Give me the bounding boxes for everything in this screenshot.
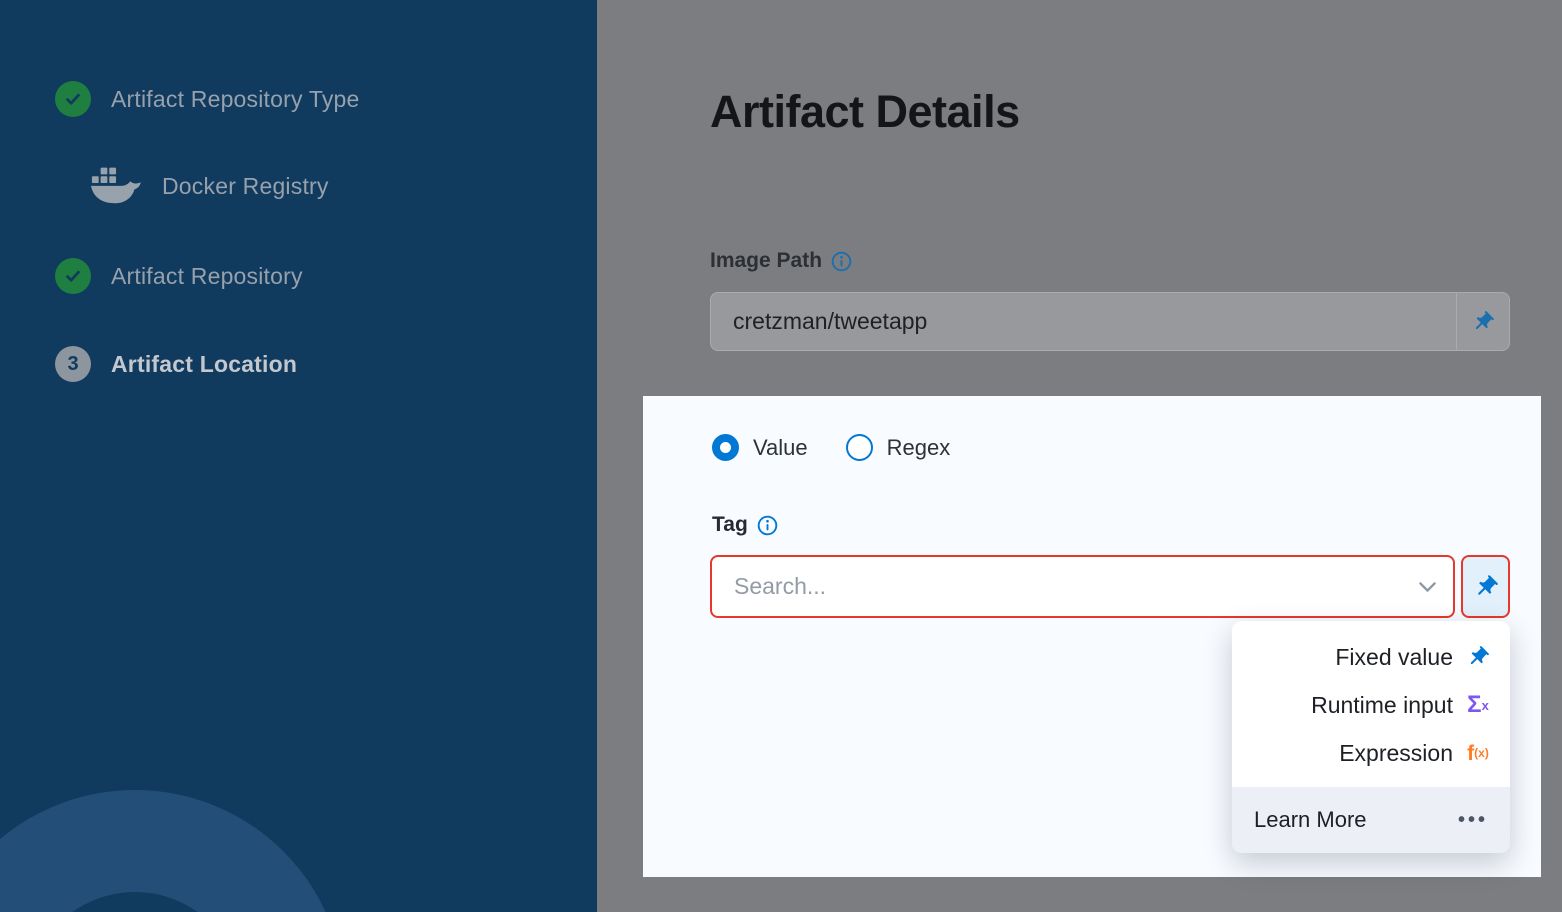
radio-regex-label: Regex bbox=[887, 435, 951, 461]
sidebar-substep-docker-registry[interactable]: Docker Registry bbox=[90, 163, 329, 210]
substep-label: Docker Registry bbox=[162, 173, 329, 200]
tag-type-radio-group: Value Regex bbox=[712, 434, 950, 461]
check-circle-icon bbox=[55, 258, 91, 294]
sidebar-step-artifact-location[interactable]: 3 Artifact Location bbox=[55, 346, 297, 382]
pin-icon bbox=[1464, 645, 1492, 669]
radio-regex[interactable] bbox=[846, 434, 873, 461]
radio-value-label: Value bbox=[753, 435, 808, 461]
decorative-swirl bbox=[0, 790, 345, 912]
radio-value[interactable] bbox=[712, 434, 739, 461]
check-circle-icon bbox=[55, 81, 91, 117]
image-path-field bbox=[710, 292, 1510, 351]
menu-item-label: Expression bbox=[1339, 740, 1453, 767]
info-icon[interactable] bbox=[831, 251, 852, 272]
menu-item-expression[interactable]: Expression f(x) bbox=[1232, 729, 1510, 777]
image-path-label: Image Path bbox=[710, 249, 822, 273]
artifact-wizard-screen: Artifact Repository Type Docker Registry bbox=[0, 0, 1562, 912]
menu-item-runtime-input[interactable]: Runtime input Σx bbox=[1232, 681, 1510, 729]
wizard-sidebar: Artifact Repository Type Docker Registry bbox=[0, 0, 597, 912]
tag-input-type-pin-button[interactable] bbox=[1461, 555, 1510, 618]
input-type-menu: Fixed value Runtime input Σx Expression … bbox=[1232, 621, 1510, 853]
info-icon[interactable] bbox=[757, 515, 778, 536]
more-options-dots-icon[interactable]: ••• bbox=[1458, 809, 1488, 832]
docker-whale-icon bbox=[90, 163, 144, 210]
image-path-input[interactable] bbox=[711, 293, 1456, 350]
tag-select-field[interactable] bbox=[710, 555, 1455, 618]
sigma-runtime-icon: Σx bbox=[1464, 693, 1492, 717]
step-label: Artifact Repository bbox=[111, 263, 303, 290]
step-label: Artifact Location bbox=[111, 351, 297, 378]
tag-search-input[interactable] bbox=[712, 573, 1401, 600]
step-number-badge: 3 bbox=[55, 346, 91, 382]
fx-expression-icon: f(x) bbox=[1464, 743, 1492, 764]
chevron-down-icon[interactable] bbox=[1401, 581, 1453, 593]
sidebar-step-artifact-repository-type[interactable]: Artifact Repository Type bbox=[55, 81, 360, 117]
page-title: Artifact Details bbox=[710, 86, 1020, 138]
menu-footer: Learn More ••• bbox=[1232, 787, 1510, 853]
learn-more-link[interactable]: Learn More bbox=[1254, 807, 1367, 833]
image-path-label-row: Image Path bbox=[710, 249, 852, 273]
tag-label-row: Tag bbox=[712, 513, 778, 537]
input-type-menu-items: Fixed value Runtime input Σx Expression … bbox=[1232, 621, 1510, 787]
menu-item-label: Runtime input bbox=[1311, 692, 1453, 719]
fixed-value-pin-icon[interactable] bbox=[1456, 293, 1509, 350]
sidebar-step-artifact-repository[interactable]: Artifact Repository bbox=[55, 258, 303, 294]
menu-item-label: Fixed value bbox=[1335, 644, 1453, 671]
step-label: Artifact Repository Type bbox=[111, 86, 360, 113]
tag-label: Tag bbox=[712, 513, 748, 537]
menu-item-fixed-value[interactable]: Fixed value bbox=[1232, 633, 1510, 681]
